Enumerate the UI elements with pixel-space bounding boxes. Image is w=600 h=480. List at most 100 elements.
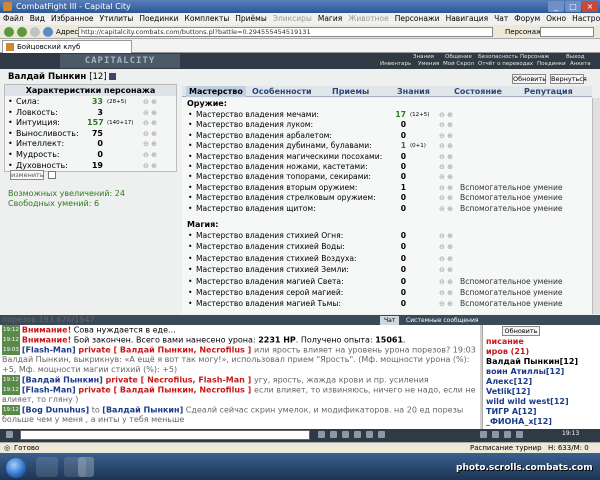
menu-file[interactable]: Файл — [0, 14, 27, 23]
chat-mode-icon[interactable] — [6, 431, 13, 438]
menu-window[interactable]: Окно — [543, 14, 569, 23]
stop-icon[interactable] — [30, 27, 40, 37]
tab-techniques[interactable]: Приемы — [332, 86, 369, 97]
combatfight-taskbar-icon[interactable] — [78, 457, 94, 477]
home-icon[interactable] — [43, 27, 53, 37]
tab-features[interactable]: Особенности — [252, 86, 312, 97]
close-button[interactable]: × — [582, 1, 598, 12]
send-icon[interactable] — [318, 431, 325, 438]
plus-icon[interactable]: ⊖ ⊕ — [143, 129, 157, 139]
translit-icon[interactable] — [366, 431, 373, 438]
change-stats-button[interactable]: изменить — [10, 170, 44, 180]
plus-icon[interactable]: ⊖ ⊕ — [143, 150, 157, 160]
plus-icon[interactable]: ⊖ ⊕ — [439, 131, 453, 141]
nav-skills[interactable]: Умения — [418, 61, 439, 68]
timestamp[interactable]: 19:12 — [2, 325, 20, 335]
sound-icon[interactable] — [378, 431, 385, 438]
address-input[interactable]: http://capitalcity.combats.com/buttons.p… — [78, 27, 493, 37]
menu-animal[interactable]: Животное — [345, 14, 391, 23]
timestamp[interactable]: 19:12 — [2, 405, 20, 415]
plus-icon[interactable]: ⊖ ⊕ — [439, 183, 453, 193]
change-checkbox[interactable] — [48, 171, 56, 179]
plus-icon[interactable]: ⊖ ⊕ — [439, 120, 453, 130]
tab-reputation[interactable]: Репутация — [524, 86, 573, 97]
nav-transfer-report[interactable]: Отчёт о переводах — [478, 61, 533, 68]
menu-magic[interactable]: Магия — [315, 14, 345, 23]
minimize-button[interactable]: _ — [548, 1, 564, 12]
chat-nick[interactable]: [Валдай Пынкин] — [22, 376, 103, 385]
online-player[interactable]: Валдай Пынкин[12] — [486, 357, 578, 367]
vertical-scrollbar[interactable] — [592, 98, 600, 314]
plus-icon[interactable]: ⊖ ⊕ — [439, 152, 453, 162]
plus-icon[interactable]: ⊖ ⊕ — [439, 193, 453, 203]
info-icon[interactable] — [108, 73, 116, 80]
tab-fight-club[interactable]: Бойцовский клуб — [2, 40, 132, 53]
mail-icon[interactable] — [516, 431, 523, 438]
forward-arrow-icon[interactable] — [17, 27, 27, 37]
plus-icon[interactable]: ⊖ ⊕ — [439, 242, 453, 252]
online-player[interactable]: _ФИОНА_x[12] — [486, 417, 552, 427]
smile-icon[interactable] — [342, 431, 349, 438]
plus-icon[interactable]: ⊖ ⊕ — [143, 108, 157, 118]
menu-utilities[interactable]: Утилиты — [97, 14, 137, 23]
person-search-input[interactable] — [540, 27, 594, 37]
plus-icon[interactable]: ⊖ ⊕ — [439, 110, 453, 120]
nav-fights[interactable]: Поединки — [537, 61, 566, 68]
chat-nick[interactable]: [Bog Dunuhus] — [22, 406, 89, 415]
tab-mastery[interactable]: Мастерство — [186, 86, 246, 97]
gift-icon[interactable] — [504, 431, 511, 438]
plus-icon[interactable]: ⊖ ⊕ — [143, 97, 157, 107]
plus-icon[interactable]: ⊖ ⊕ — [439, 141, 453, 151]
nav-communication[interactable]: Общение — [445, 54, 472, 61]
chat-nick[interactable]: [Flash-Man] — [22, 386, 76, 395]
online-refresh-button[interactable]: Обновить — [502, 326, 540, 336]
menu-view[interactable]: Вид — [27, 14, 48, 23]
nav-knowledge[interactable]: Знания — [413, 54, 434, 61]
plus-icon[interactable]: ⊖ ⊕ — [439, 172, 453, 182]
plus-icon[interactable]: ⊖ ⊕ — [439, 288, 453, 298]
menu-sets[interactable]: Комплекты — [182, 14, 233, 23]
menu-forum[interactable]: Форум — [511, 14, 543, 23]
plus-icon[interactable]: ⊖ ⊕ — [439, 299, 453, 309]
plus-icon[interactable]: ⊖ ⊕ — [439, 265, 453, 275]
tab-state[interactable]: Состояние — [454, 86, 502, 97]
nav-security[interactable]: Безопасность — [478, 54, 518, 61]
nav-profile[interactable]: Анкета — [570, 61, 591, 68]
menu-characters[interactable]: Персонажи — [392, 14, 443, 23]
nav-my-scroll[interactable]: Мой Скрол — [443, 61, 474, 68]
plus-icon[interactable]: ⊖ ⊕ — [439, 162, 453, 172]
plus-icon[interactable]: ⊖ ⊕ — [439, 231, 453, 241]
tab-knowledge[interactable]: Знания — [397, 86, 430, 97]
plus-icon[interactable]: ⊖ ⊕ — [439, 254, 453, 264]
clear-icon[interactable] — [330, 431, 337, 438]
back-button[interactable]: Вернуться — [550, 74, 587, 84]
maximize-button[interactable]: □ — [565, 1, 581, 12]
menu-settings[interactable]: Настройки — [569, 14, 600, 23]
filter-icon[interactable] — [354, 431, 361, 438]
plus-icon[interactable]: ⊖ ⊕ — [143, 161, 157, 171]
refresh-button[interactable]: Обновить — [512, 74, 546, 84]
timestamp[interactable]: 19:12 — [2, 385, 20, 395]
nav-inventory[interactable]: Инвентарь — [380, 61, 411, 68]
nav-character[interactable]: Персонаж — [520, 54, 549, 61]
online-player[interactable]: воин Атиллы[12] — [486, 367, 564, 377]
online-player[interactable]: Алекс[12] — [486, 377, 532, 387]
ie-taskbar-icon[interactable] — [36, 457, 58, 477]
back-arrow-icon[interactable] — [4, 27, 14, 37]
menu-favorites[interactable]: Избранное — [48, 14, 97, 23]
timestamp[interactable]: 19:03 — [2, 345, 20, 355]
windows-start-icon[interactable] — [6, 458, 26, 478]
menu-elixirs[interactable]: Эликсиры — [270, 14, 315, 23]
menu-techniques[interactable]: Приёмы — [232, 14, 269, 23]
chat-input[interactable] — [20, 430, 310, 440]
plus-icon[interactable]: ⊖ ⊕ — [143, 139, 157, 149]
plus-icon[interactable]: ⊖ ⊕ — [143, 118, 157, 128]
online-player[interactable]: Vetlik[12] — [486, 387, 530, 397]
online-player[interactable]: wild wild west[12] — [486, 397, 569, 407]
menu-navigation[interactable]: Навигация — [443, 14, 492, 23]
online-player[interactable]: ТИГР А[12] — [486, 407, 537, 417]
fight-icon[interactable] — [480, 431, 487, 438]
nav-exit[interactable]: Выход — [566, 54, 585, 61]
menu-fights[interactable]: Поединки — [136, 14, 181, 23]
timestamp[interactable]: 19:12 — [2, 335, 20, 345]
